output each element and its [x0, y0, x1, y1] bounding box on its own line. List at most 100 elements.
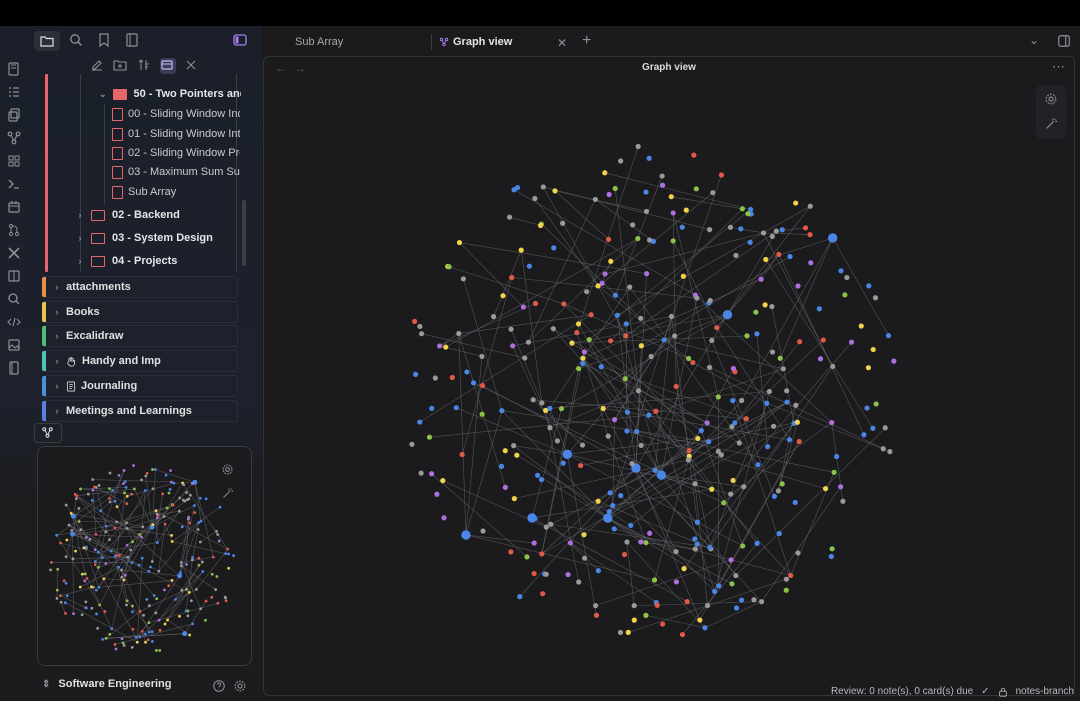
magic-wand-icon[interactable] — [221, 487, 234, 500]
graph-node[interactable] — [108, 487, 111, 491]
graph-node[interactable] — [733, 572, 739, 579]
graph-node[interactable] — [872, 295, 879, 301]
graph-node[interactable] — [611, 526, 617, 532]
graph-node[interactable] — [147, 604, 151, 608]
graph-node[interactable] — [733, 605, 740, 611]
graph-node[interactable] — [647, 530, 653, 536]
graph-node[interactable] — [82, 546, 86, 550]
graph-node[interactable] — [771, 493, 778, 499]
graph-node[interactable] — [605, 236, 612, 242]
graph-node[interactable] — [194, 588, 198, 591]
graph-node[interactable] — [125, 603, 128, 607]
graph-node[interactable] — [715, 448, 721, 455]
graph-node[interactable] — [146, 638, 150, 642]
graph-node[interactable] — [887, 449, 893, 455]
graph-node[interactable] — [55, 588, 59, 592]
graph-node[interactable] — [622, 376, 628, 382]
graph-node[interactable] — [150, 630, 154, 634]
graph-node[interactable] — [538, 477, 545, 483]
graph-node[interactable] — [131, 627, 135, 631]
graph-node[interactable] — [174, 598, 178, 601]
calendar-icon[interactable] — [6, 199, 22, 215]
graph-node[interactable] — [152, 594, 156, 597]
graph-node[interactable] — [509, 274, 515, 281]
graph-node[interactable] — [684, 598, 690, 605]
graph-node[interactable] — [628, 522, 634, 529]
terminal-icon[interactable] — [6, 176, 22, 192]
graph-node[interactable] — [751, 597, 757, 603]
graph-node[interactable] — [525, 339, 532, 345]
notebook-icon[interactable] — [6, 360, 22, 376]
graph-node[interactable] — [80, 613, 84, 617]
graph-node[interactable] — [643, 540, 649, 546]
graph-node[interactable] — [631, 617, 637, 623]
graph-node[interactable] — [109, 549, 113, 553]
graph-node[interactable] — [69, 512, 73, 515]
graph-node[interactable] — [134, 636, 138, 639]
graph-node[interactable] — [866, 283, 872, 289]
graph-node[interactable] — [169, 469, 173, 472]
graph-node[interactable] — [123, 573, 127, 577]
book-icon[interactable] — [6, 268, 22, 284]
graph-node[interactable] — [543, 571, 549, 577]
graph-node[interactable] — [122, 644, 126, 647]
graph-node[interactable] — [125, 527, 129, 530]
graph-node[interactable] — [191, 622, 194, 626]
graph-node[interactable] — [532, 515, 538, 522]
graph-node[interactable] — [412, 318, 418, 324]
graph-node[interactable] — [697, 617, 703, 623]
graph-node[interactable] — [732, 420, 738, 426]
graph-node[interactable] — [829, 420, 835, 426]
graph-node[interactable] — [602, 271, 608, 277]
graph-node[interactable] — [714, 325, 720, 331]
graph-node[interactable] — [547, 405, 553, 411]
graph-node[interactable] — [443, 344, 449, 350]
graph-node[interactable] — [822, 486, 829, 492]
graph-node[interactable] — [643, 208, 650, 215]
graph-node[interactable] — [200, 560, 204, 564]
graph-node[interactable] — [624, 428, 630, 434]
review-status[interactable]: Review: 0 note(s), 0 card(s) due — [831, 686, 973, 697]
graph-node[interactable] — [84, 606, 88, 610]
graph-node[interactable] — [62, 579, 66, 583]
graph-node[interactable] — [692, 481, 698, 487]
graph-node[interactable] — [865, 365, 872, 371]
graph-node[interactable] — [565, 571, 571, 578]
graph-node[interactable] — [102, 577, 106, 581]
graph-node[interactable] — [776, 251, 782, 257]
graph-node[interactable] — [567, 540, 573, 546]
graph-node[interactable] — [733, 252, 739, 259]
graph-node[interactable] — [524, 554, 530, 560]
graph-node[interactable] — [816, 306, 822, 312]
graph-node[interactable] — [188, 493, 192, 497]
graph-node[interactable] — [769, 303, 775, 310]
graph-node[interactable] — [85, 577, 89, 580]
graph-node[interactable] — [480, 528, 486, 534]
graph-node[interactable] — [140, 629, 144, 633]
graph-node[interactable] — [123, 491, 126, 495]
graph-node[interactable] — [65, 538, 69, 542]
graph-node[interactable] — [150, 560, 154, 563]
graph-node[interactable] — [580, 360, 586, 367]
graph-node[interactable] — [71, 557, 75, 561]
graph-node[interactable] — [646, 237, 653, 243]
graph-node[interactable] — [531, 570, 537, 577]
graph-node[interactable] — [730, 398, 736, 404]
graph-node[interactable] — [179, 561, 183, 564]
list-icon[interactable] — [6, 84, 22, 100]
graph-node[interactable] — [728, 557, 734, 563]
graph-node[interactable] — [479, 411, 485, 417]
graph-node[interactable] — [710, 190, 716, 196]
graph-node[interactable] — [449, 374, 455, 381]
graph-node[interactable] — [126, 555, 130, 559]
graph-node[interactable] — [680, 273, 686, 279]
graph-node[interactable] — [540, 591, 546, 597]
graph-node[interactable] — [610, 502, 616, 509]
graph-node[interactable] — [783, 587, 789, 593]
tree-file[interactable]: Sub Array — [112, 182, 240, 202]
graph-node[interactable] — [418, 470, 424, 476]
graph-node[interactable] — [153, 468, 157, 471]
graph-node[interactable] — [155, 512, 159, 516]
graph-node[interactable] — [638, 315, 644, 321]
graph-node[interactable] — [93, 548, 97, 552]
